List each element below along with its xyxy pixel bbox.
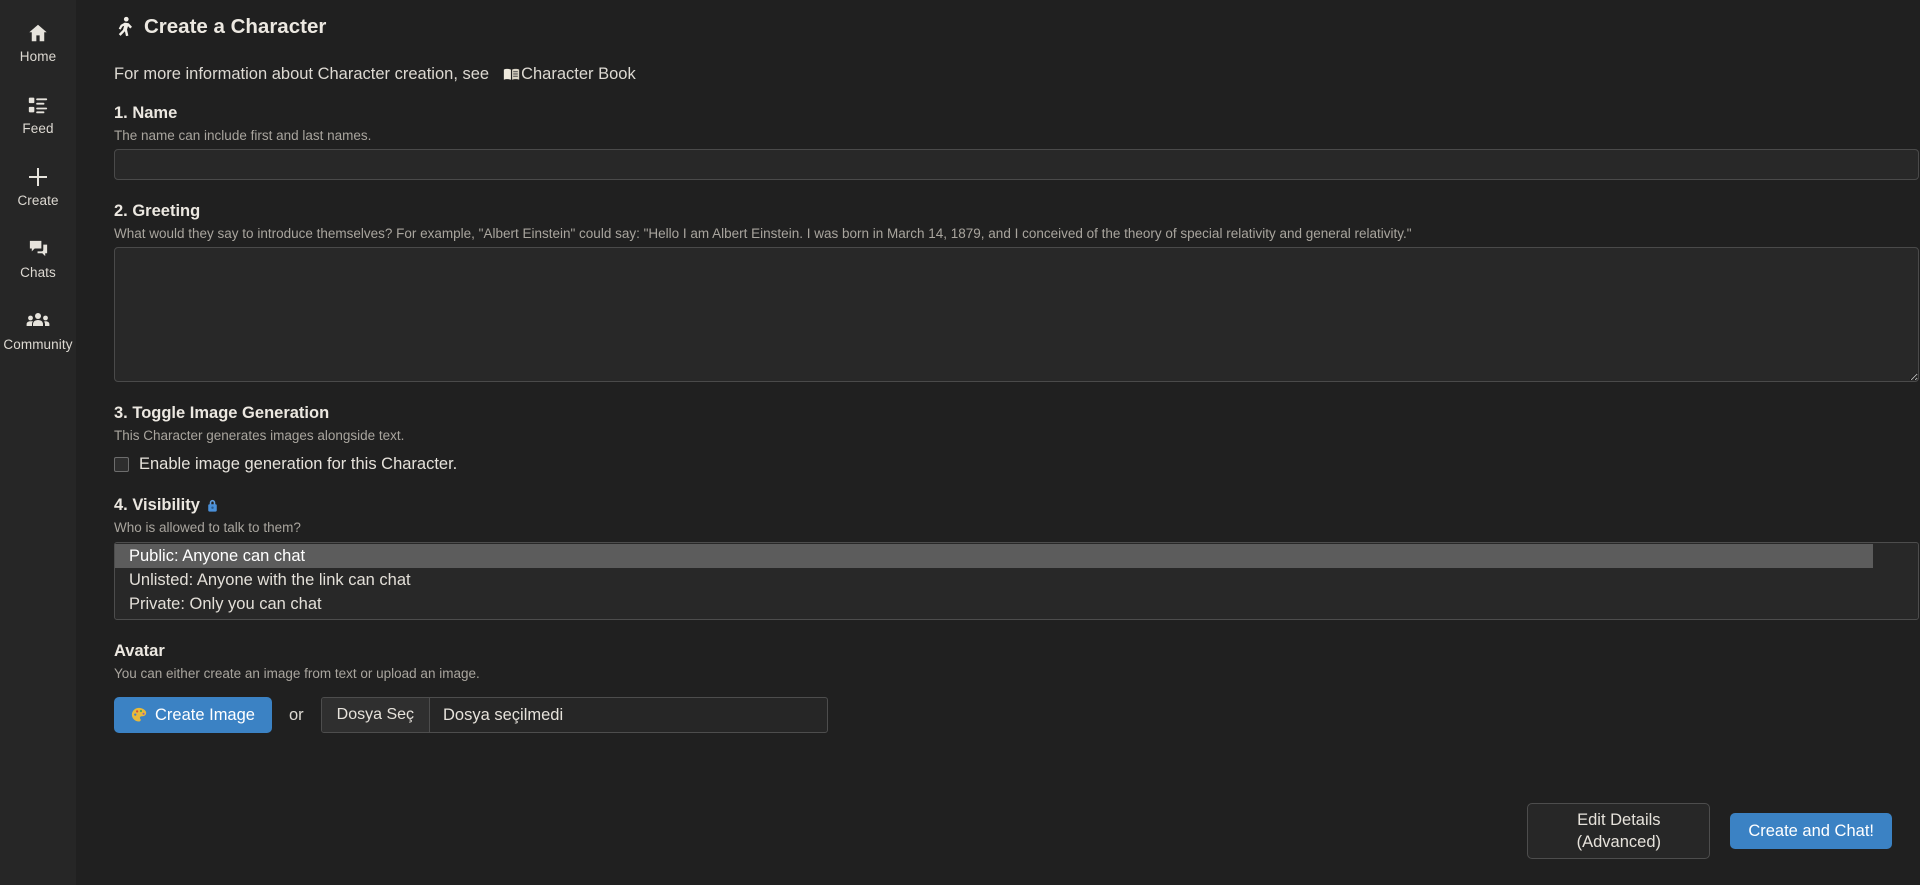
feed-icon <box>26 93 50 117</box>
section-visibility-heading: 4. Visibility <box>114 496 1892 515</box>
visibility-option-unlisted[interactable]: Unlisted: Anyone with the link can chat <box>115 568 1918 592</box>
home-icon <box>26 21 50 45</box>
sidebar-item-feed[interactable]: Feed <box>0 78 76 150</box>
section-visibility: 4. Visibility Who is allowed to talk to … <box>114 496 1892 620</box>
info-line: For more information about Character cre… <box>114 65 1892 84</box>
sidebar-item-label: Home <box>20 50 56 64</box>
section-name-description: The name can include first and last name… <box>114 128 1892 143</box>
create-and-chat-button[interactable]: Create and Chat! <box>1730 813 1892 849</box>
section-greeting-description: What would they say to introduce themsel… <box>114 226 1892 241</box>
section-visibility-heading-text: 4. Visibility <box>114 496 200 515</box>
section-visibility-description: Who is allowed to talk to them? <box>114 520 1892 535</box>
section-image-generation: 3. Toggle Image Generation This Characte… <box>114 404 1892 474</box>
sidebar-item-chats[interactable]: Chats <box>0 222 76 294</box>
edit-details-line2: (Advanced) <box>1577 831 1661 853</box>
create-image-button-label: Create Image <box>155 706 255 725</box>
visibility-option-public[interactable]: Public: Anyone can chat <box>115 544 1873 568</box>
section-avatar-heading: Avatar <box>114 642 1892 661</box>
page-title: Create a Character <box>114 15 1892 39</box>
sidebar-item-create[interactable]: Create <box>0 150 76 222</box>
section-image-generation-heading: 3. Toggle Image Generation <box>114 404 1892 423</box>
section-greeting: 2. Greeting What would they say to intro… <box>114 202 1892 382</box>
create-image-button[interactable]: Create Image <box>114 697 272 733</box>
sidebar-item-label: Chats <box>20 266 56 280</box>
sidebar-item-label: Feed <box>22 122 53 136</box>
section-name-heading: 1. Name <box>114 104 1892 123</box>
section-image-generation-description: This Character generates images alongsid… <box>114 428 1892 443</box>
lock-icon <box>206 498 219 513</box>
edit-details-advanced-button[interactable]: Edit Details (Advanced) <box>1527 803 1710 859</box>
image-generation-checkbox[interactable] <box>114 457 129 472</box>
avatar-controls-row: Create Image or Dosya Seç Dosya seçilmed… <box>114 697 1892 733</box>
edit-details-line1: Edit Details <box>1577 809 1660 831</box>
chat-bubbles-icon <box>26 237 50 261</box>
open-book-icon <box>503 67 520 82</box>
section-greeting-heading: 2. Greeting <box>114 202 1892 221</box>
avatar-or-label: or <box>289 706 304 725</box>
sidebar-item-home[interactable]: Home <box>0 6 76 78</box>
people-group-icon <box>26 309 50 333</box>
selected-file-name: Dosya seçilmedi <box>430 698 827 732</box>
sidebar-item-label: Create <box>17 194 58 208</box>
person-activity-icon <box>114 16 134 38</box>
image-generation-checkbox-row[interactable]: Enable image generation for this Charact… <box>114 455 1892 474</box>
name-input[interactable] <box>114 149 1919 180</box>
footer-actions: Edit Details (Advanced) Create and Chat! <box>1527 803 1892 859</box>
visibility-option-private[interactable]: Private: Only you can chat <box>115 592 1918 616</box>
image-generation-checkbox-label[interactable]: Enable image generation for this Charact… <box>139 455 457 474</box>
sidebar-item-community[interactable]: Community <box>0 294 76 366</box>
artist-palette-icon <box>131 707 147 723</box>
main-content: Create a Character For more information … <box>76 0 1920 885</box>
section-avatar-description: You can either create an image from text… <box>114 666 1892 681</box>
section-avatar: Avatar You can either create an image fr… <box>114 642 1892 733</box>
avatar-file-input[interactable]: Dosya Seç Dosya seçilmedi <box>321 697 828 733</box>
app-root: Home Feed Crea <box>0 0 1920 885</box>
plus-icon <box>26 165 50 189</box>
greeting-textarea[interactable] <box>114 247 1919 382</box>
sidebar: Home Feed Crea <box>0 0 76 885</box>
info-line-text: For more information about Character cre… <box>114 65 489 84</box>
section-name: 1. Name The name can include first and l… <box>114 104 1892 180</box>
sidebar-item-label: Community <box>3 338 72 352</box>
page-title-text: Create a Character <box>144 15 326 39</box>
visibility-listbox[interactable]: Public: Anyone can chat Unlisted: Anyone… <box>114 542 1919 620</box>
character-book-link[interactable]: Character Book <box>521 65 636 84</box>
choose-file-button[interactable]: Dosya Seç <box>322 698 430 732</box>
